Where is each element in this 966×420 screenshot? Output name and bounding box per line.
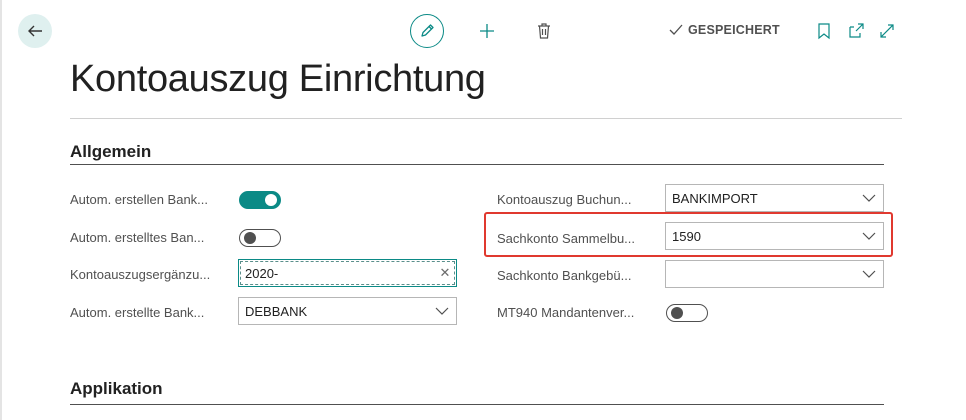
back-button[interactable] [18,14,52,48]
toggle-knob [244,232,256,244]
chevron-down-icon [428,307,456,315]
check-icon [669,24,683,35]
field-label-gl-account-bank-fees: Sachkonto Bankgebü... [497,268,632,283]
toggle-auto-created-bank[interactable] [239,229,281,247]
field-label-auto-create-bank-statement: Autom. erstellen Bank... [70,192,209,207]
gl-account-bank-fees-select[interactable] [665,260,884,288]
chevron-down-icon [855,270,883,278]
field-label-auto-created-bank: Autom. erstelltes Ban... [70,230,205,245]
pencil-icon [421,24,434,37]
popout-icon [849,23,864,38]
highlight-box [484,212,893,257]
toggle-mt940-client[interactable] [666,304,708,322]
window-edge [0,0,2,420]
section-divider [70,404,884,405]
trash-icon [538,23,550,39]
open-new-window-button[interactable] [839,14,873,48]
section-divider [70,164,884,165]
field-label-statement-posting: Kontoauszug Buchun... [497,192,632,207]
toggle-knob [265,194,277,206]
select-value: BANKIMPORT [672,190,758,206]
edit-button[interactable] [410,14,444,48]
saved-label: GESPEICHERT [688,23,780,37]
bookmark-icon [818,23,830,40]
toggle-auto-create-bank-statement[interactable] [239,191,281,209]
section-title-application[interactable]: Applikation [70,379,163,399]
plus-icon [480,24,494,38]
auto-created-bank-account-select[interactable]: DEBBANK [238,297,457,325]
expand-button[interactable] [870,14,904,48]
bookmark-button[interactable] [807,14,841,48]
select-value: DEBBANK [245,303,308,319]
clear-icon[interactable]: ✕ [434,265,456,281]
page-title: Kontoauszug Einrichtung [70,58,486,100]
statement-suffix-value: 2020- [245,265,279,281]
field-label-statement-suffix: Kontoauszugsergänzu... [70,267,211,282]
field-label-mt940-client: MT940 Mandantenver... [497,305,635,320]
delete-button[interactable] [527,14,561,48]
statement-posting-select[interactable]: BANKIMPORT [665,184,884,212]
section-title-general[interactable]: Allgemein [70,142,151,162]
chevron-down-icon [855,194,883,202]
expand-icon [880,24,894,38]
new-button[interactable] [470,14,504,48]
field-label-auto-created-bank-account: Autom. erstellte Bank... [70,305,205,320]
statement-suffix-input[interactable]: 2020- ✕ [238,259,457,287]
saved-status: GESPEICHERT [668,23,780,37]
title-divider [70,118,902,119]
toggle-knob [671,307,683,319]
arrow-left-icon [28,25,42,37]
